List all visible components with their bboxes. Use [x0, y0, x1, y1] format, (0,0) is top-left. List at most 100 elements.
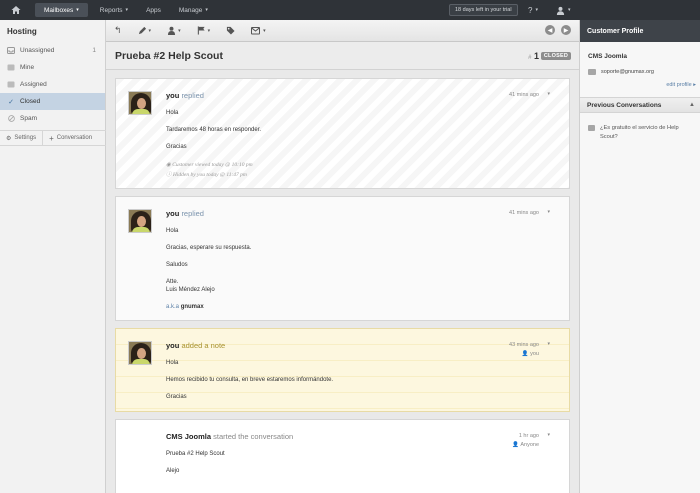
- thread-line: Gracias: [166, 394, 187, 400]
- assign-button[interactable]: ▾: [159, 20, 189, 42]
- chevron-up-icon: ▲: [689, 102, 695, 108]
- author-name: you: [166, 209, 180, 218]
- user-menu[interactable]: ▾: [556, 0, 571, 20]
- viewed-text: Customer viewed today @ 10:10 pm: [172, 162, 253, 168]
- thread-line: Alejo: [166, 468, 180, 474]
- person-icon: 👤: [521, 351, 529, 357]
- thread-line: Tardaremos 48 horas en responder.: [166, 127, 262, 133]
- thread-time: 43 mins ago: [509, 342, 539, 348]
- next-arrow-icon[interactable]: ▶: [561, 25, 571, 35]
- previous-conversations-header[interactable]: Previous Conversations ▲: [580, 97, 700, 113]
- thread-body: Prueba #2 Help Scout Alejo: [166, 450, 225, 484]
- thread-line: Hola: [166, 360, 179, 366]
- top-nav: Mailboxes ▾ Reports ▾ Apps Manage ▾ 18 d…: [0, 0, 700, 20]
- tag-button[interactable]: [218, 20, 243, 42]
- info-icon: ⓘ: [166, 172, 172, 178]
- previous-conversations-label: Previous Conversations: [587, 101, 662, 109]
- hidden-text: Hidden by you today @ 11:47 pm: [172, 172, 247, 178]
- home-icon[interactable]: [0, 0, 32, 20]
- pencil-icon: [138, 26, 146, 35]
- note-item: you added a note 43 mins ago ▾ 👤 you Hol…: [115, 328, 570, 412]
- unassigned-count: 1: [92, 47, 96, 54]
- new-conversation-button[interactable]: + Conversation: [42, 130, 98, 146]
- help-menu[interactable]: ? ▾: [528, 0, 538, 20]
- chevron-down-icon[interactable]: ▾: [547, 209, 550, 215]
- trial-badge[interactable]: 18 days left in your trial: [449, 4, 518, 16]
- chevron-right-icon: ▸: [693, 82, 696, 88]
- thread-action: started the conversation: [213, 432, 294, 441]
- thread-item: CMS Joomla started the conversation 1 hr…: [115, 419, 570, 493]
- customer-profile-panel: Customer Profile CMS Joomla soporte@gnum…: [579, 20, 700, 493]
- ticket-number: # 1: [528, 51, 539, 61]
- envelope-icon: [251, 26, 261, 34]
- people-icon: [7, 81, 15, 88]
- thread-line: Hola: [166, 110, 179, 116]
- chevron-down-icon[interactable]: ▾: [547, 432, 550, 438]
- note-button[interactable]: ▾: [130, 20, 160, 42]
- forward-button[interactable]: ▾: [243, 20, 274, 42]
- person-icon: [167, 26, 176, 35]
- settings-label: Settings: [14, 135, 37, 141]
- reply-icon: ↰: [114, 25, 122, 35]
- sidebar-footer: ⚙ Settings + Conversation: [0, 130, 106, 146]
- mailbox-title: Hosting: [7, 27, 37, 36]
- ban-icon: [7, 115, 15, 122]
- author-name: CMS Joomla: [166, 432, 212, 441]
- help-icon: ?: [528, 5, 533, 15]
- eye-icon: ◉: [166, 162, 171, 168]
- previous-conversation-item[interactable]: ¿Es gratuito el servicio de Help Scout?: [588, 124, 696, 142]
- status-badge[interactable]: CLOSED: [540, 52, 571, 60]
- sidebar-item-mine[interactable]: Mine: [0, 59, 105, 76]
- reply-button[interactable]: ↰: [106, 20, 130, 42]
- chevron-down-icon[interactable]: ▾: [547, 341, 550, 347]
- thread-time: 1 hr ago: [518, 433, 539, 439]
- sidebar-item-spam[interactable]: Spam: [0, 110, 105, 127]
- person-icon: 👤: [512, 442, 520, 448]
- nav-manage[interactable]: Manage ▾: [170, 0, 217, 20]
- thread-author: you replied: [166, 209, 204, 218]
- thread-item: you replied 41 mins ago ▾ Hola Tardaremo…: [115, 78, 570, 189]
- nav-mailboxes[interactable]: Mailboxes ▾: [35, 3, 88, 17]
- thread-line: Saludos: [166, 262, 188, 268]
- sidebar-item-assigned[interactable]: Assigned: [0, 76, 105, 93]
- chevron-down-icon: ▾: [178, 27, 181, 34]
- conversation-toolbar: ↰ ▾ ▾ ▾ ▾ ◀ ▶: [106, 20, 579, 42]
- ticket-number-value: 1: [533, 51, 539, 61]
- plus-icon: +: [49, 133, 54, 143]
- avatar: [128, 91, 152, 115]
- sidebar-item-label: Spam: [20, 115, 37, 122]
- sidebar-item-label: Assigned: [20, 81, 47, 88]
- previous-conversation-title: ¿Es gratuito el servicio de Help Scout?: [600, 125, 679, 140]
- thread-line: Hola: [166, 228, 179, 234]
- ticket-header: Prueba #2 Help Scout # 1 CLOSED: [106, 42, 579, 70]
- nav-reports[interactable]: Reports ▾: [91, 0, 137, 20]
- author-name: you: [166, 341, 180, 350]
- thread-time: 41 mins ago: [509, 210, 539, 216]
- previous-arrow-icon[interactable]: ◀: [545, 25, 555, 35]
- aka-line: a.k.a gnumax: [166, 303, 251, 311]
- nav-mailboxes-label: Mailboxes: [44, 6, 74, 14]
- nav-manage-label: Manage: [178, 6, 203, 14]
- chevron-down-icon: ▾: [148, 27, 152, 34]
- check-icon: ✓: [8, 98, 14, 106]
- thread-body: Hola Hemos recibido tu consulta, en brev…: [166, 359, 333, 410]
- profile-header: Customer Profile: [580, 20, 700, 42]
- sidebar-item-label: Mine: [20, 64, 35, 71]
- sidebar-item-closed[interactable]: ✓ Closed: [0, 93, 105, 110]
- chevron-down-icon: ▾: [568, 7, 571, 13]
- customer-email-text[interactable]: soporte@gnumax.org: [601, 69, 654, 75]
- new-conversation-label: Conversation: [56, 135, 93, 141]
- thread-action: replied: [181, 209, 204, 218]
- page-title: Prueba #2 Help Scout: [115, 49, 223, 62]
- chevron-down-icon: ▾: [76, 7, 79, 13]
- edit-profile-link[interactable]: edit profile ▸: [666, 82, 696, 88]
- thread-author: you added a note: [166, 341, 225, 350]
- settings-button[interactable]: ⚙ Settings: [0, 130, 42, 146]
- thread-line: Prueba #2 Help Scout: [166, 451, 225, 457]
- sidebar-item-unassigned[interactable]: Unassigned 1: [0, 42, 105, 59]
- customer-email: soporte@gnumax.org: [588, 69, 654, 75]
- thread-body: Hola Tardaremos 48 horas en responder. G…: [166, 109, 261, 180]
- status-button[interactable]: ▾: [189, 20, 219, 42]
- nav-apps[interactable]: Apps: [137, 0, 170, 20]
- chevron-down-icon[interactable]: ▾: [547, 91, 550, 97]
